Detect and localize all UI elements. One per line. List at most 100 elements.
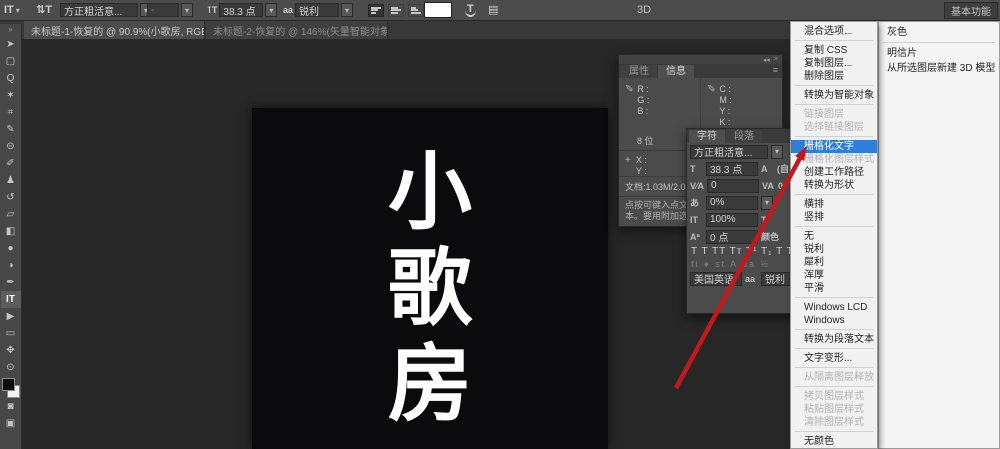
color-swatch[interactable] [424, 2, 452, 18]
lasso-tool-icon[interactable]: Q [1, 70, 21, 87]
vertical-scale-input[interactable]: 100% [706, 213, 758, 227]
submenu-item[interactable]: 灰色 [879, 25, 999, 40]
panel-menu-icon[interactable]: ≡ [773, 65, 778, 75]
menu-item[interactable]: 拷贝图层样式 [791, 390, 877, 403]
align-bottom-icon[interactable] [408, 4, 424, 17]
text-tool-preset[interactable]: IT ▾ [4, 2, 20, 18]
tab-info[interactable]: 信息 [658, 65, 694, 78]
language-select[interactable]: 美国英语 [690, 272, 742, 286]
text-orientation-button[interactable]: ⇅T [36, 2, 52, 18]
brush-tool-icon[interactable]: ✐ [1, 155, 21, 172]
submenu-item[interactable]: 明信片 [879, 46, 999, 61]
menu-item[interactable]: 犀利 [791, 256, 877, 269]
font-size-input[interactable]: 38.3 点 [706, 162, 758, 176]
crop-tool-icon[interactable]: ⌗ [1, 104, 21, 121]
align-center-icon[interactable] [388, 4, 404, 17]
foreground-color-swatch[interactable] [2, 378, 15, 391]
font-style-dropdown-button[interactable]: ▾ [181, 3, 193, 17]
shape-tool-icon[interactable]: ▭ [1, 325, 21, 342]
blur-tool-icon[interactable]: ● [1, 240, 21, 257]
panels-icon: ▤ [488, 2, 498, 18]
canvas[interactable]: 小歌房 [252, 108, 608, 449]
toolbox-collapse-icon[interactable]: » [8, 24, 12, 36]
menu-item[interactable]: 无 [791, 230, 877, 243]
opentype-buttons[interactable]: fi ♦ st A aa ½ [687, 258, 803, 270]
type-tool-icon[interactable]: IT [1, 291, 21, 308]
text-color-control[interactable] [424, 2, 452, 18]
panel-collapse-icon[interactable]: ◂◂ [763, 56, 770, 64]
warp-text-button[interactable]: T [465, 2, 476, 18]
gradient-tool-icon[interactable]: ◧ [1, 223, 21, 240]
font-size-input[interactable]: 38.3 点 [219, 3, 263, 17]
menu-item[interactable]: 文字变形... [791, 352, 877, 365]
type-style-buttons[interactable]: T T TT Tᴛ T¹ T₁ T T [687, 245, 803, 258]
quick-mask-icon[interactable]: ◙ [1, 398, 21, 415]
menu-item[interactable]: 浑厚 [791, 269, 877, 282]
3d-menu-label[interactable]: 3D [637, 4, 651, 16]
tsume-dropdown-button[interactable]: ▾ [761, 196, 773, 210]
pen-tool-icon[interactable]: ✒ [1, 274, 21, 291]
eraser-tool-icon[interactable]: ▱ [1, 206, 21, 223]
canvas-text-glyph: 歌 [252, 240, 608, 336]
magic-wand-tool-icon[interactable]: ✶ [1, 87, 21, 104]
menu-item[interactable]: 栅格化文字 [791, 140, 877, 153]
dodge-tool-icon[interactable]: ◑ [1, 257, 21, 274]
toggle-panels-button[interactable]: ▤ [488, 2, 498, 18]
document-tab-inactive[interactable]: 未标题-2-恢复的 @ 146%(矢量智能对象, RGB/8) × [206, 21, 388, 39]
tsume-input[interactable]: 0% [706, 196, 758, 210]
align-top-icon[interactable] [368, 4, 384, 17]
zoom-tool-icon[interactable]: ⊙ [1, 359, 21, 376]
menu-item[interactable]: 粘贴图层样式 [791, 403, 877, 416]
close-icon[interactable]: × [774, 56, 778, 63]
tab-character[interactable]: 字符 [689, 130, 725, 143]
menu-item[interactable]: 从隔离图层释放 [791, 371, 877, 384]
submenu-item[interactable]: 从所选图层新建 3D 模型 [879, 61, 999, 76]
menu-item[interactable]: 无颜色 [791, 435, 877, 448]
menu-item[interactable]: 转换为智能对象 [791, 89, 877, 102]
history-brush-tool-icon[interactable]: ↺ [1, 189, 21, 206]
workspace-button[interactable]: 基本功能 [944, 2, 998, 19]
menu-item[interactable]: 平滑 [791, 282, 877, 295]
font-size-control[interactable]: ⊺T 38.3 点 ▾ [207, 2, 277, 18]
menu-item[interactable]: 清除图层样式 [791, 416, 877, 429]
menu-item[interactable]: 转换为段落文本 [791, 333, 877, 346]
menu-item[interactable]: 转换为形状 [791, 179, 877, 192]
font-size-dropdown-button[interactable]: ▾ [265, 3, 277, 17]
panel-grip[interactable]: ◂◂ × [619, 55, 782, 64]
screen-mode-icon[interactable]: ▣ [1, 415, 21, 432]
font-family-dropdown-button[interactable]: ▾ [771, 145, 783, 159]
menu-item[interactable]: 横排 [791, 198, 877, 211]
menu-item[interactable]: 竖排 [791, 211, 877, 224]
eyedropper-tool-icon[interactable]: ✎ [1, 121, 21, 138]
menu-item[interactable]: 创建工作路径 [791, 166, 877, 179]
menu-item[interactable]: Windows LCD [791, 301, 877, 314]
hand-tool-icon[interactable]: ✥ [1, 342, 21, 359]
path-selection-tool-icon[interactable]: ▶ [1, 308, 21, 325]
anti-alias-control[interactable]: aa 锐利 ▾ [283, 2, 353, 18]
marquee-tool-icon[interactable]: ▢ [1, 53, 21, 70]
menu-item[interactable]: 锐利 [791, 243, 877, 256]
menu-item[interactable]: 复制 CSS [791, 44, 877, 57]
font-family-select[interactable]: 方正粗活意... [690, 145, 768, 159]
tab-properties[interactable]: 属性 [621, 65, 657, 78]
kerning-input[interactable]: 0 [707, 179, 759, 193]
font-family-select[interactable]: 方正粗活意... ▾ [60, 2, 152, 18]
menu-item[interactable]: Windows [791, 314, 877, 327]
font-style-select[interactable]: - ▾ [147, 2, 193, 18]
menu-item[interactable]: 栅格化图层样式 [791, 153, 877, 166]
healing-brush-tool-icon[interactable]: ⊝ [1, 138, 21, 155]
leading-value[interactable]: (自 [777, 162, 790, 175]
move-tool-icon[interactable]: ➤ [1, 36, 21, 53]
anti-alias-select[interactable]: 锐利 [761, 272, 791, 286]
menu-item[interactable]: 混合选项... [791, 25, 877, 38]
menu-item[interactable]: 选择链接图层 [791, 121, 877, 134]
anti-alias-dropdown-button[interactable]: ▾ [341, 3, 353, 17]
clone-stamp-tool-icon[interactable]: ♟ [1, 172, 21, 189]
menu-item[interactable]: 复制图层... [791, 57, 877, 70]
baseline-shift-input[interactable]: 0 点 [706, 230, 758, 244]
document-tab-active[interactable]: 未标题-1-恢复的 @ 90.9%(小歌房, RGB/8)* × [24, 21, 205, 39]
menu-item[interactable]: 删除图层 [791, 70, 877, 83]
menu-item[interactable]: 链接图层 [791, 108, 877, 121]
tab-paragraph[interactable]: 段落 [726, 130, 762, 143]
color-wells[interactable] [2, 378, 20, 398]
